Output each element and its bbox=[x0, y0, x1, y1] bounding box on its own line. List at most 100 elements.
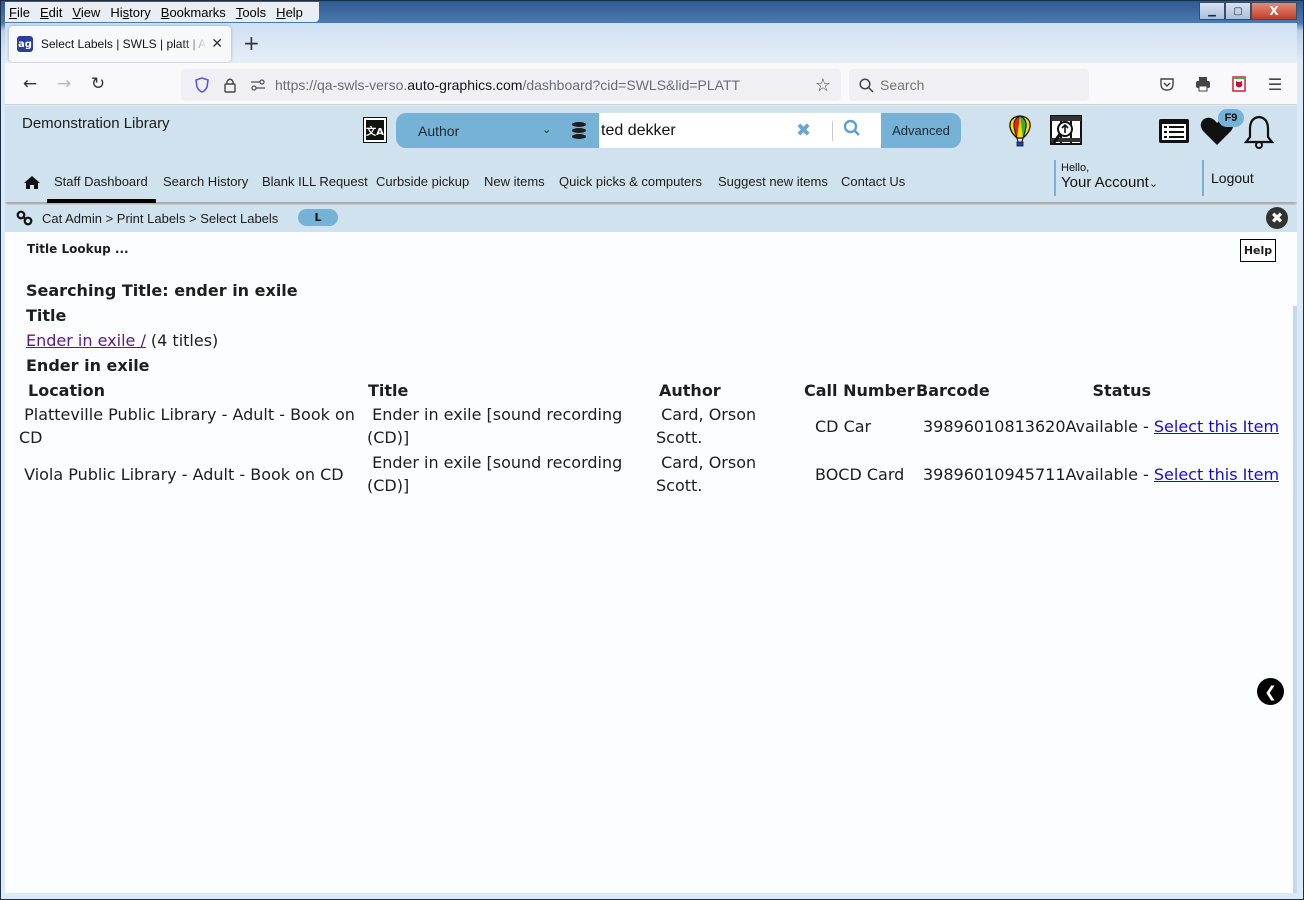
title-text: Ender in exile [sound recording (CD)] bbox=[367, 405, 623, 447]
column-header-location: Location bbox=[28, 381, 105, 400]
window-controls: ▁ ▢ X bbox=[1199, 2, 1297, 20]
catalog-search-input[interactable] bbox=[599, 113, 881, 148]
web-page: Demonstration Library 文A Author ⌄ ✖ Adva… bbox=[5, 106, 1297, 893]
status-text: Available - bbox=[1065, 416, 1154, 436]
os-window: File Edit View History Bookmarks Tools H… bbox=[0, 0, 1304, 900]
help-button[interactable]: Help bbox=[1240, 239, 1276, 262]
menu-tools[interactable]: Tools bbox=[236, 5, 266, 20]
hamburger-menu-icon[interactable]: ☰ bbox=[1259, 69, 1291, 99]
nav-search-history[interactable]: Search History bbox=[163, 174, 248, 189]
url-domain: auto-graphics.com bbox=[407, 77, 523, 93]
location-text: Viola Public Library - Adult - Book on C… bbox=[24, 464, 344, 484]
advanced-search-button[interactable]: Advanced bbox=[881, 113, 961, 148]
account-label: Your Account⌄ bbox=[1061, 174, 1158, 191]
nav-contact-us[interactable]: Contact Us bbox=[841, 174, 905, 189]
lock-icon[interactable] bbox=[219, 75, 241, 95]
permissions-icon[interactable] bbox=[247, 75, 269, 95]
item-heading: Ender in exile bbox=[26, 356, 150, 375]
search-summary: Searching Title: ender in exile bbox=[26, 281, 298, 300]
tracking-shield-icon[interactable] bbox=[191, 75, 213, 95]
favorites-badge: F9 bbox=[1218, 109, 1244, 127]
extension-icon[interactable] bbox=[1223, 69, 1255, 99]
bookmark-star-icon[interactable]: ☆ bbox=[815, 75, 831, 96]
section-title: Title Lookup ... bbox=[27, 242, 129, 256]
table-row: Platteville Public Library - Adult - Boo… bbox=[19, 403, 1279, 451]
browser-search-box[interactable] bbox=[849, 69, 1089, 101]
hot-air-balloon-icon[interactable] bbox=[1008, 115, 1032, 147]
column-header-barcode: Barcode bbox=[916, 381, 990, 400]
search-divider bbox=[832, 121, 833, 141]
url-text[interactable]: https://qa-swls-verso.auto-graphics.com/… bbox=[275, 77, 740, 93]
cell-author: Card, Orson Scott. bbox=[656, 451, 804, 499]
close-icon[interactable]: ✖ bbox=[1266, 207, 1288, 229]
menu-view[interactable]: View bbox=[72, 5, 100, 20]
print-icon[interactable] bbox=[1187, 69, 1219, 99]
nav-blank-ill-request[interactable]: Blank ILL Request bbox=[262, 174, 368, 189]
menu-edit[interactable]: Edit bbox=[40, 5, 62, 20]
search-type-value: Author bbox=[418, 122, 460, 139]
logout-link[interactable]: Logout bbox=[1202, 160, 1254, 196]
toolbar-actions: ☰ bbox=[1151, 69, 1291, 99]
close-tab-icon[interactable]: ✕ bbox=[211, 36, 223, 52]
browser-toolbar: ← → ↻ https://qa-swls-verso.auto-graphic… bbox=[5, 63, 1297, 105]
chevron-down-icon: ⌄ bbox=[1148, 178, 1159, 190]
title-count: (4 titles) bbox=[150, 331, 219, 350]
menu-file[interactable]: File bbox=[9, 5, 30, 20]
cell-status: Available - Select this Item bbox=[1066, 403, 1280, 451]
select-item-link[interactable]: Select this Item bbox=[1154, 465, 1279, 484]
pocket-icon[interactable] bbox=[1151, 69, 1183, 99]
cell-title: Ender in exile [sound recording (CD)] bbox=[367, 403, 656, 451]
nav-new-items[interactable]: New items bbox=[484, 174, 545, 189]
column-header-title: Title bbox=[368, 381, 409, 400]
maximize-button[interactable]: ▢ bbox=[1225, 2, 1251, 20]
notifications-bell-icon[interactable] bbox=[1243, 114, 1275, 150]
cell-call-number: BOCD Card bbox=[815, 464, 905, 484]
tab-strip: ag Select Labels | SWLS | platt | Auto-G… bbox=[5, 23, 1297, 63]
reload-button[interactable]: ↻ bbox=[81, 69, 115, 99]
browser-tab[interactable]: ag Select Labels | SWLS | platt | Auto-G… bbox=[9, 26, 231, 62]
link-icon[interactable] bbox=[16, 210, 34, 226]
browser-search-input[interactable] bbox=[880, 77, 1070, 93]
clear-search-icon[interactable]: ✖ bbox=[796, 120, 811, 141]
breadcrumb-pill[interactable]: L bbox=[298, 209, 338, 226]
column-header-author: Author bbox=[659, 381, 721, 400]
select-item-link[interactable]: Select this Item bbox=[1154, 417, 1279, 436]
search-submit-icon[interactable] bbox=[843, 119, 861, 142]
url-bar[interactable]: https://qa-swls-verso.auto-graphics.com/… bbox=[181, 69, 841, 101]
lists-icon[interactable] bbox=[1158, 118, 1190, 144]
title-result: Ender in exile / (4 titles) bbox=[26, 331, 218, 350]
scrollbar[interactable] bbox=[1293, 306, 1297, 893]
title-link[interactable]: Ender in exile / bbox=[26, 331, 146, 350]
account-menu[interactable]: Hello, Your Account⌄ bbox=[1054, 160, 1158, 196]
nav-suggest-new-items[interactable]: Suggest new items bbox=[718, 174, 828, 189]
breadcrumb-bar: Cat Admin > Print Labels > Select Labels… bbox=[5, 205, 1297, 232]
menu-bookmarks[interactable]: Bookmarks bbox=[161, 5, 226, 20]
search-group: Author ⌄ ✖ Advanced bbox=[396, 113, 961, 148]
close-window-button[interactable]: X bbox=[1251, 2, 1297, 20]
hello-label: Hello, bbox=[1061, 162, 1090, 174]
table-row: Viola Public Library - Adult - Book on C… bbox=[19, 451, 1279, 499]
menu-history[interactable]: History bbox=[110, 5, 150, 20]
nav-quick-picks[interactable]: Quick picks & computers bbox=[559, 174, 702, 189]
items-table: Location Title Author Call Number Barcod… bbox=[19, 379, 1279, 499]
new-tab-button[interactable]: + bbox=[243, 31, 260, 55]
minimize-button[interactable]: ▁ bbox=[1199, 2, 1225, 20]
search-type-select[interactable]: Author ⌄ bbox=[418, 113, 558, 148]
app-header: Demonstration Library 文A Author ⌄ ✖ Adva… bbox=[5, 106, 1297, 203]
nav-staff-dashboard[interactable]: Staff Dashboard bbox=[54, 174, 148, 189]
cell-title: Ender in exile [sound recording (CD)] bbox=[367, 451, 656, 499]
nav-curbside-pickup[interactable]: Curbside pickup bbox=[376, 174, 469, 189]
catalog-scan-icon[interactable] bbox=[1049, 114, 1083, 148]
back-button[interactable]: ← bbox=[13, 69, 47, 99]
cell-call-number: CD Car bbox=[815, 416, 872, 436]
translate-icon[interactable]: 文A bbox=[363, 117, 387, 143]
chevron-left-icon[interactable]: ❮ bbox=[1257, 678, 1284, 705]
database-icon[interactable] bbox=[572, 122, 586, 139]
menu-help[interactable]: Help bbox=[276, 5, 303, 20]
forward-button[interactable]: → bbox=[47, 69, 81, 99]
author-text: Card, Orson Scott. bbox=[656, 405, 757, 447]
url-path: /dashboard?cid=SWLS&lid=PLATT bbox=[522, 77, 741, 93]
title-text: Ender in exile [sound recording (CD)] bbox=[367, 453, 623, 495]
home-icon[interactable] bbox=[23, 175, 41, 190]
author-text: Card, Orson Scott. bbox=[656, 453, 757, 495]
